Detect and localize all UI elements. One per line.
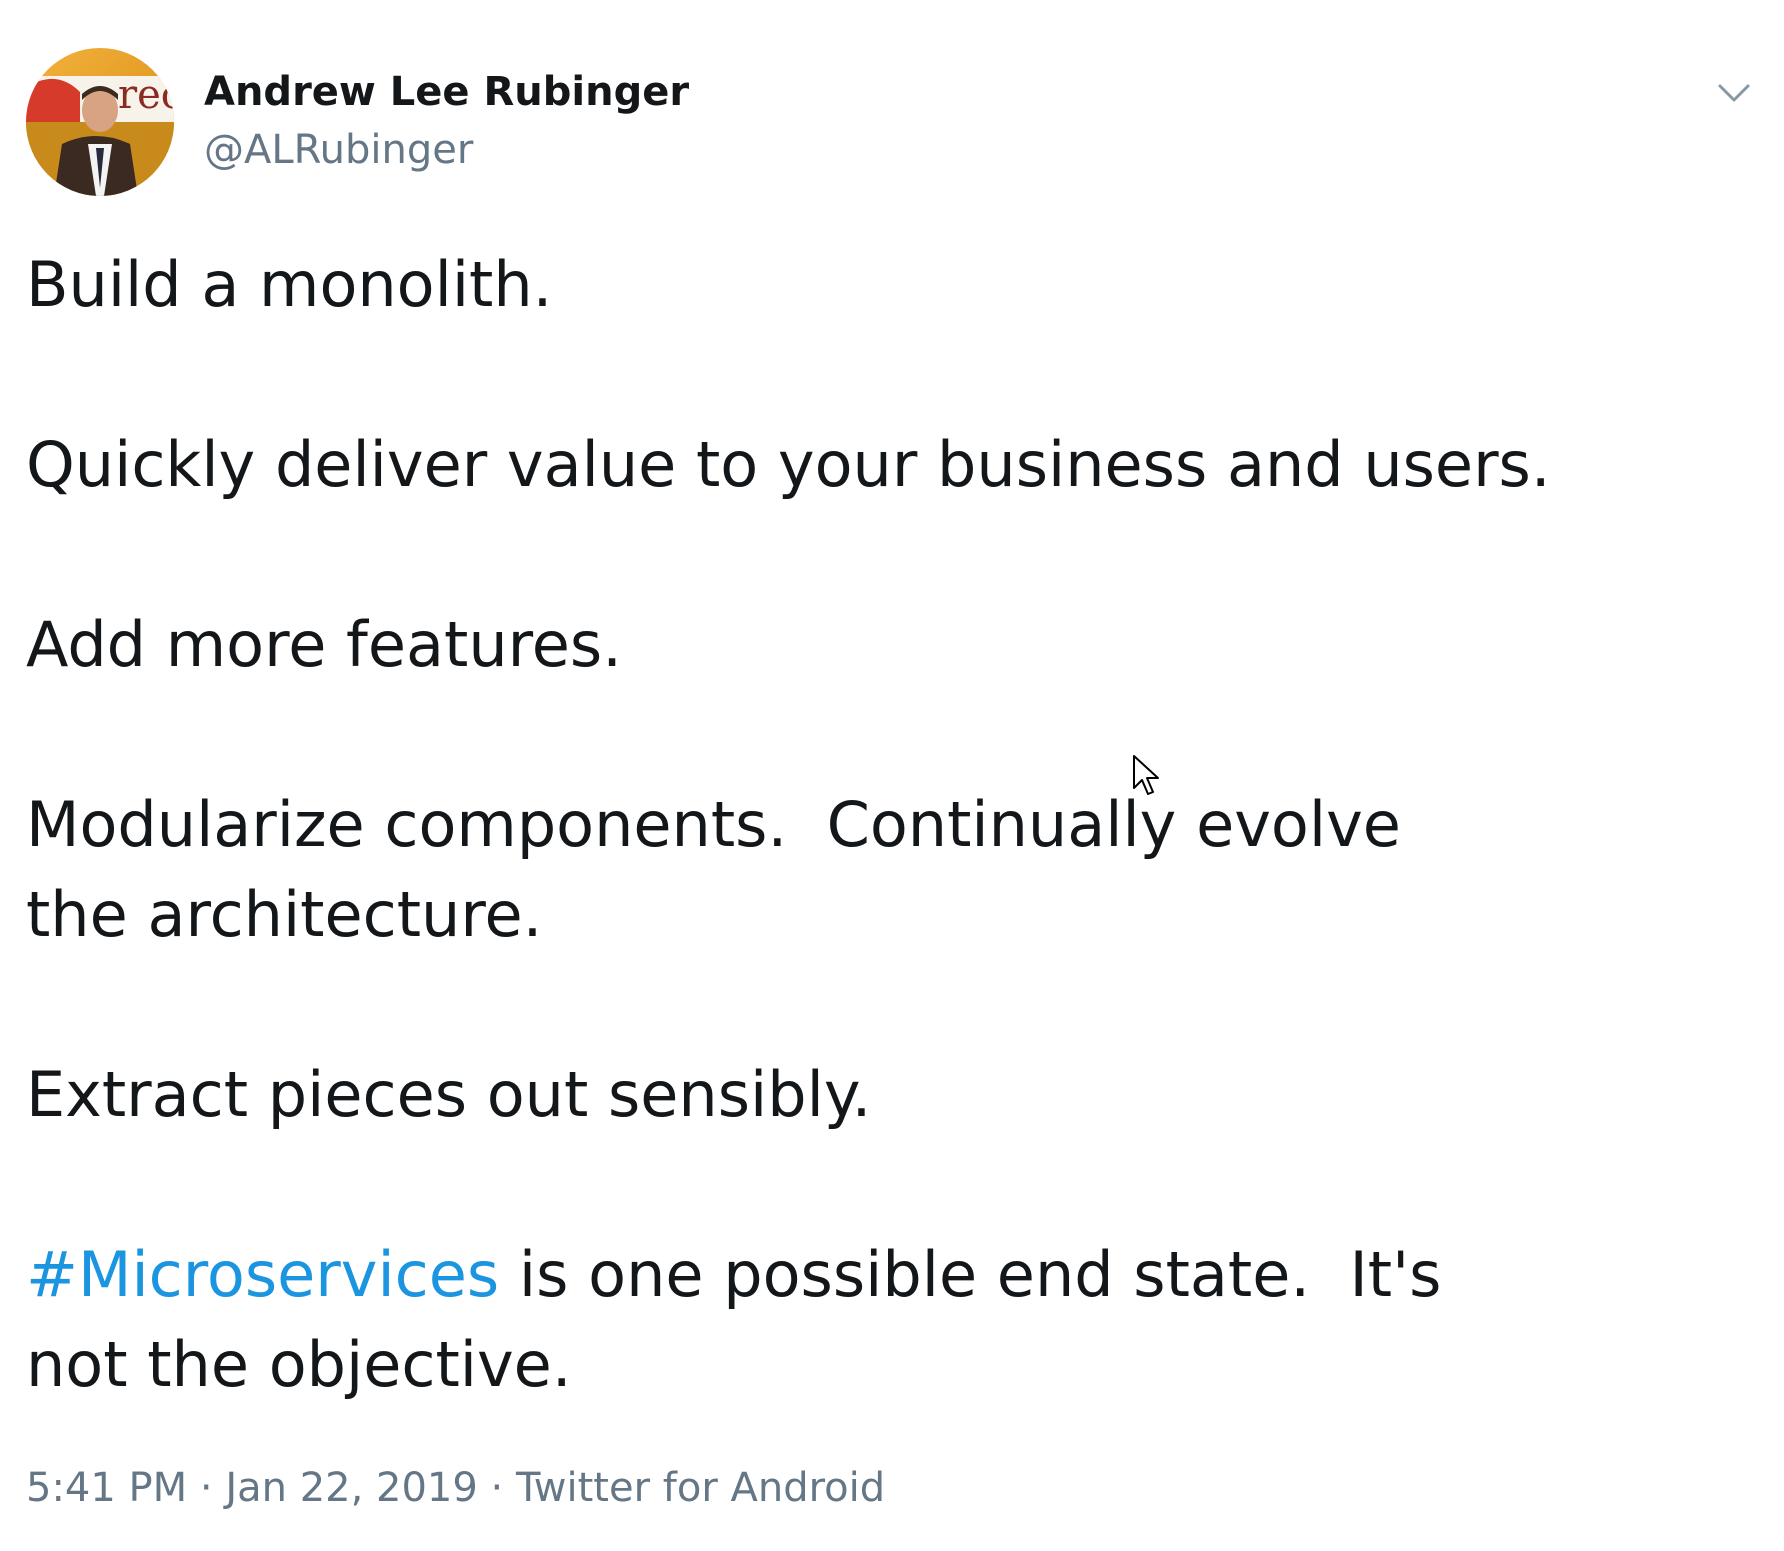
tweet-date[interactable]: Jan 22, 2019 [225, 1465, 478, 1511]
tweet-menu-button[interactable] [1712, 70, 1756, 114]
author-names: Andrew Lee Rubinger @ALRubinger [204, 66, 689, 176]
tweet-text: Build a monolith. Quickly deliver value … [26, 240, 1726, 1410]
author-display-name[interactable]: Andrew Lee Rubinger [204, 66, 689, 118]
tweet-time[interactable]: 5:41 PM [26, 1465, 187, 1511]
tweet-meta: 5:41 PM · Jan 22, 2019 · Twitter for And… [26, 1462, 885, 1514]
tweet-paragraph-2: Quickly deliver value to your business a… [26, 428, 1551, 501]
author-handle[interactable]: @ALRubinger [204, 124, 689, 176]
chevron-down-icon [1718, 84, 1750, 102]
tweet: rec Andrew Lee Rubinger @ALRubinger Buil… [0, 0, 1784, 1551]
tweet-paragraph-6: #Microservices is one possible end state… [26, 1230, 1546, 1410]
tweet-header: rec Andrew Lee Rubinger @ALRubinger [26, 48, 1756, 198]
tweet-source[interactable]: Twitter for Android [516, 1465, 885, 1511]
svg-text:rec: rec [118, 72, 174, 118]
meta-separator-2: · [477, 1465, 516, 1511]
avatar[interactable]: rec [26, 48, 174, 196]
avatar-photo: rec [26, 48, 174, 196]
tweet-paragraph-3: Add more features. [26, 608, 622, 681]
hashtag-link[interactable]: #Microservices [26, 1238, 499, 1311]
tweet-paragraph-1: Build a monolith. [26, 248, 553, 321]
tweet-paragraph-4: Modularize components. Continually evolv… [26, 788, 1421, 951]
tweet-paragraph-5: Extract pieces out sensibly. [26, 1058, 872, 1131]
mouse-pointer-icon [1133, 755, 1159, 795]
meta-separator: · [187, 1465, 226, 1511]
